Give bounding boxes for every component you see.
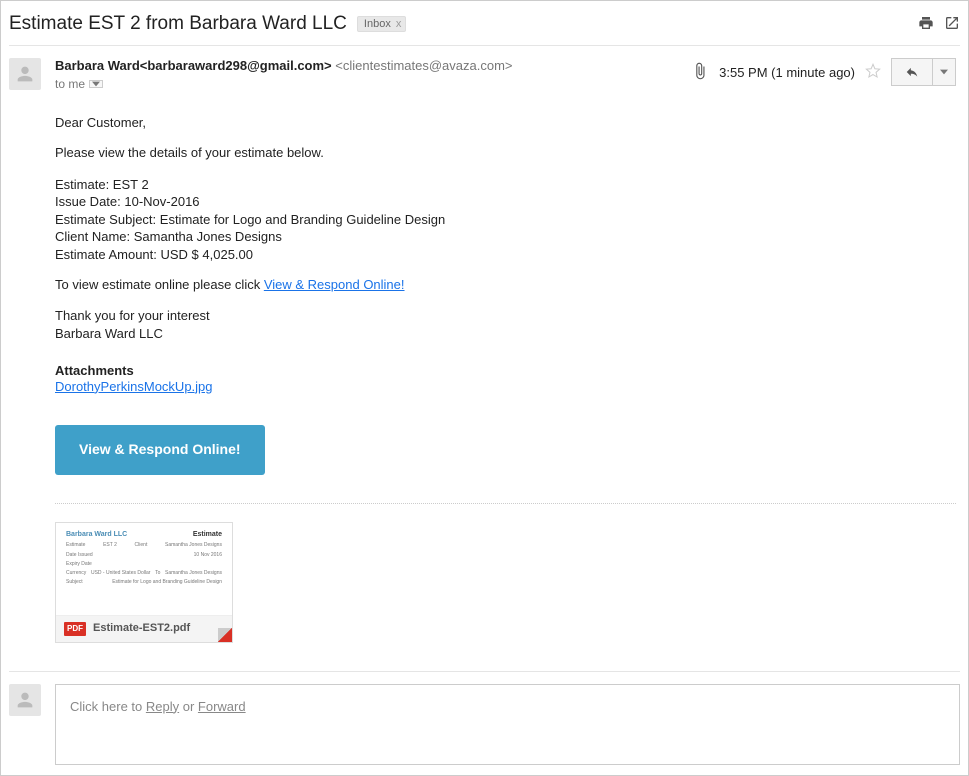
attachment-link[interactable]: DorothyPerkinsMockUp.jpg	[55, 379, 213, 394]
inbox-label[interactable]: Inbox x	[357, 16, 406, 32]
line-issue-date: Issue Date: 10-Nov-2016	[55, 193, 956, 211]
intro-text: Please view the details of your estimate…	[55, 145, 956, 161]
pdf-badge-icon: PDF	[64, 622, 86, 636]
my-avatar	[9, 684, 41, 716]
timestamp: 3:55 PM (1 minute ago)	[719, 65, 855, 80]
subject-bar: Estimate EST 2 from Barbara Ward LLC Inb…	[9, 9, 960, 46]
attachment-card[interactable]: Barbara Ward LLC Estimate EstimateEST 2C…	[55, 522, 233, 643]
divider	[55, 503, 956, 504]
estimate-details: Estimate: EST 2 Issue Date: 10-Nov-2016 …	[55, 176, 956, 264]
print-icon[interactable]	[918, 15, 934, 34]
reply-link[interactable]: Reply	[146, 699, 179, 714]
forward-link[interactable]: Forward	[198, 699, 246, 714]
attachment-icon[interactable]	[691, 62, 709, 83]
to-line: to me	[55, 77, 513, 91]
line-estimate: Estimate: EST 2	[55, 176, 956, 194]
new-window-icon[interactable]	[944, 15, 960, 34]
page-fold-icon	[218, 628, 232, 642]
star-icon[interactable]	[865, 63, 881, 82]
view-respond-button[interactable]: View & Respond Online!	[55, 425, 265, 475]
more-actions-button[interactable]	[933, 58, 956, 86]
line-client: Client Name: Samantha Jones Designs	[55, 228, 956, 246]
attachment-filename: Estimate-EST2.pdf	[93, 622, 190, 636]
reply-mid: or	[179, 699, 198, 714]
sender-name: Barbara Ward<barbaraward298@gmail.com>	[55, 58, 332, 73]
sender-avatar	[9, 58, 41, 90]
preview-title: Estimate	[193, 531, 222, 540]
view-prompt-text: To view estimate online please click	[55, 277, 264, 292]
close-icon[interactable]: x	[396, 18, 402, 30]
greeting: Dear Customer,	[55, 115, 956, 131]
reply-box[interactable]: Click here to Reply or Forward	[55, 684, 960, 765]
from-block: Barbara Ward<barbaraward298@gmail.com> <…	[55, 58, 513, 91]
sender-via: <clientestimates@avaza.com>	[335, 58, 512, 73]
reply-prefix: Click here to	[70, 699, 146, 714]
line-subject: Estimate Subject: Estimate for Logo and …	[55, 211, 956, 229]
to-text: to me	[55, 77, 85, 91]
view-respond-link[interactable]: View & Respond Online!	[264, 277, 405, 292]
reply-button[interactable]	[891, 58, 933, 86]
signature-block: Thank you for your interest Barbara Ward…	[55, 307, 956, 342]
preview-company: Barbara Ward LLC	[66, 531, 127, 540]
view-prompt: To view estimate online please click Vie…	[55, 277, 956, 293]
attachment-preview: Barbara Ward LLC Estimate EstimateEST 2C…	[56, 523, 232, 615]
attachments-header: Attachments	[55, 363, 956, 379]
email-subject: Estimate EST 2 from Barbara Ward LLC	[9, 13, 347, 35]
signature-line: Barbara Ward LLC	[55, 325, 956, 343]
expand-recipients-button[interactable]	[89, 80, 103, 88]
attachment-footer: PDF Estimate-EST2.pdf	[56, 615, 232, 642]
email-body: Dear Customer, Please view the details o…	[55, 115, 956, 643]
line-amount: Estimate Amount: USD $ 4,025.00	[55, 246, 956, 264]
inbox-label-text: Inbox	[364, 18, 391, 30]
thanks-line: Thank you for your interest	[55, 307, 956, 325]
